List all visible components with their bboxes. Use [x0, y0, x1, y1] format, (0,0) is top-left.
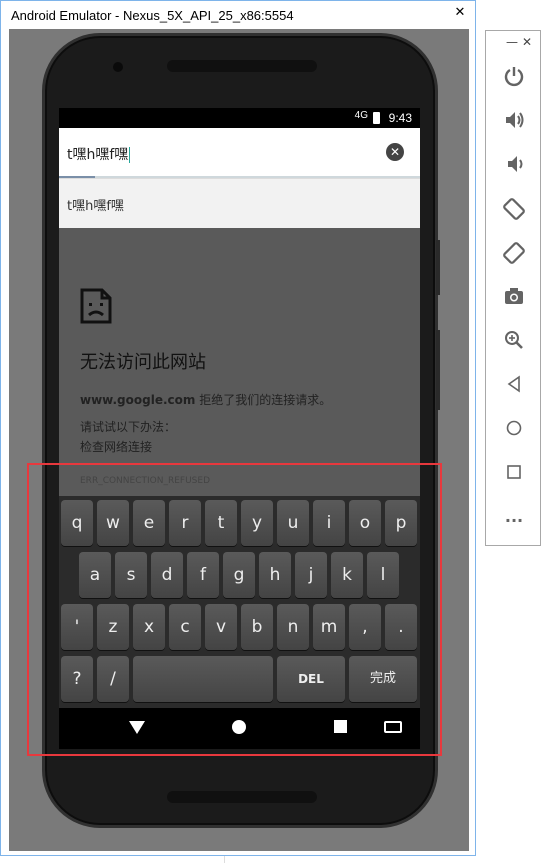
address-input-value: t嘿h嘿f嘿: [67, 147, 129, 163]
clear-icon[interactable]: ✕: [386, 143, 404, 161]
bottom-speaker: [167, 791, 317, 803]
status-time: 9:43: [388, 111, 412, 125]
window-title: Android Emulator - Nexus_5X_API_25_x86:5…: [1, 1, 475, 31]
rotate-left-icon[interactable]: [502, 197, 526, 221]
back-icon[interactable]: [502, 373, 526, 397]
highlight-box: [27, 463, 442, 756]
volume-up-icon[interactable]: [502, 109, 526, 133]
panel-minimize-button[interactable]: —: [506, 35, 518, 49]
network-indicator: 4G: [354, 110, 368, 121]
zoom-icon[interactable]: [502, 329, 526, 353]
power-side-button[interactable]: [436, 240, 440, 295]
volume-down-icon[interactable]: [502, 153, 526, 177]
error-description: www.google.com 拒绝了我们的连接请求。: [80, 391, 331, 408]
camera-icon[interactable]: [502, 285, 526, 309]
error-try-text: 请试试以下办法：: [80, 420, 177, 434]
suggestion-text: t嘿h嘿f嘿: [67, 199, 124, 214]
error-title: 无法访问此网站: [80, 352, 206, 373]
front-camera: [113, 62, 123, 72]
emulator-side-panel: — ✕ ...: [485, 30, 541, 546]
address-input[interactable]: t嘿h嘿f嘿: [67, 144, 131, 164]
window-close-button[interactable]: ✕: [445, 1, 475, 25]
top-speaker: [167, 60, 317, 72]
power-icon[interactable]: [502, 65, 526, 89]
error-check-network: 检查网络连接: [80, 440, 153, 454]
more-icon[interactable]: ...: [502, 505, 526, 529]
panel-close-button[interactable]: ✕: [522, 35, 532, 49]
address-bar[interactable]: t嘿h嘿f嘿 ✕: [59, 128, 420, 178]
rotate-right-icon[interactable]: [502, 241, 526, 265]
suggestion-item[interactable]: t嘿h嘿f嘿: [59, 178, 420, 228]
home-icon[interactable]: [502, 417, 526, 441]
status-bar: 4G 9:43: [59, 108, 420, 128]
panel-window-controls: — ✕: [486, 35, 541, 51]
error-domain: www.google.com: [80, 393, 196, 407]
window-bottom-edge: [224, 856, 474, 863]
error-domain-suffix: 拒绝了我们的连接请求。: [195, 393, 332, 407]
battery-icon: [373, 112, 380, 124]
broken-page-icon: [80, 288, 112, 328]
volume-side-button[interactable]: [436, 330, 440, 410]
overview-icon[interactable]: [502, 461, 526, 485]
text-cursor: [129, 147, 131, 163]
error-page: 无法访问此网站 www.google.com 拒绝了我们的连接请求。 请试试以下…: [59, 228, 420, 460]
